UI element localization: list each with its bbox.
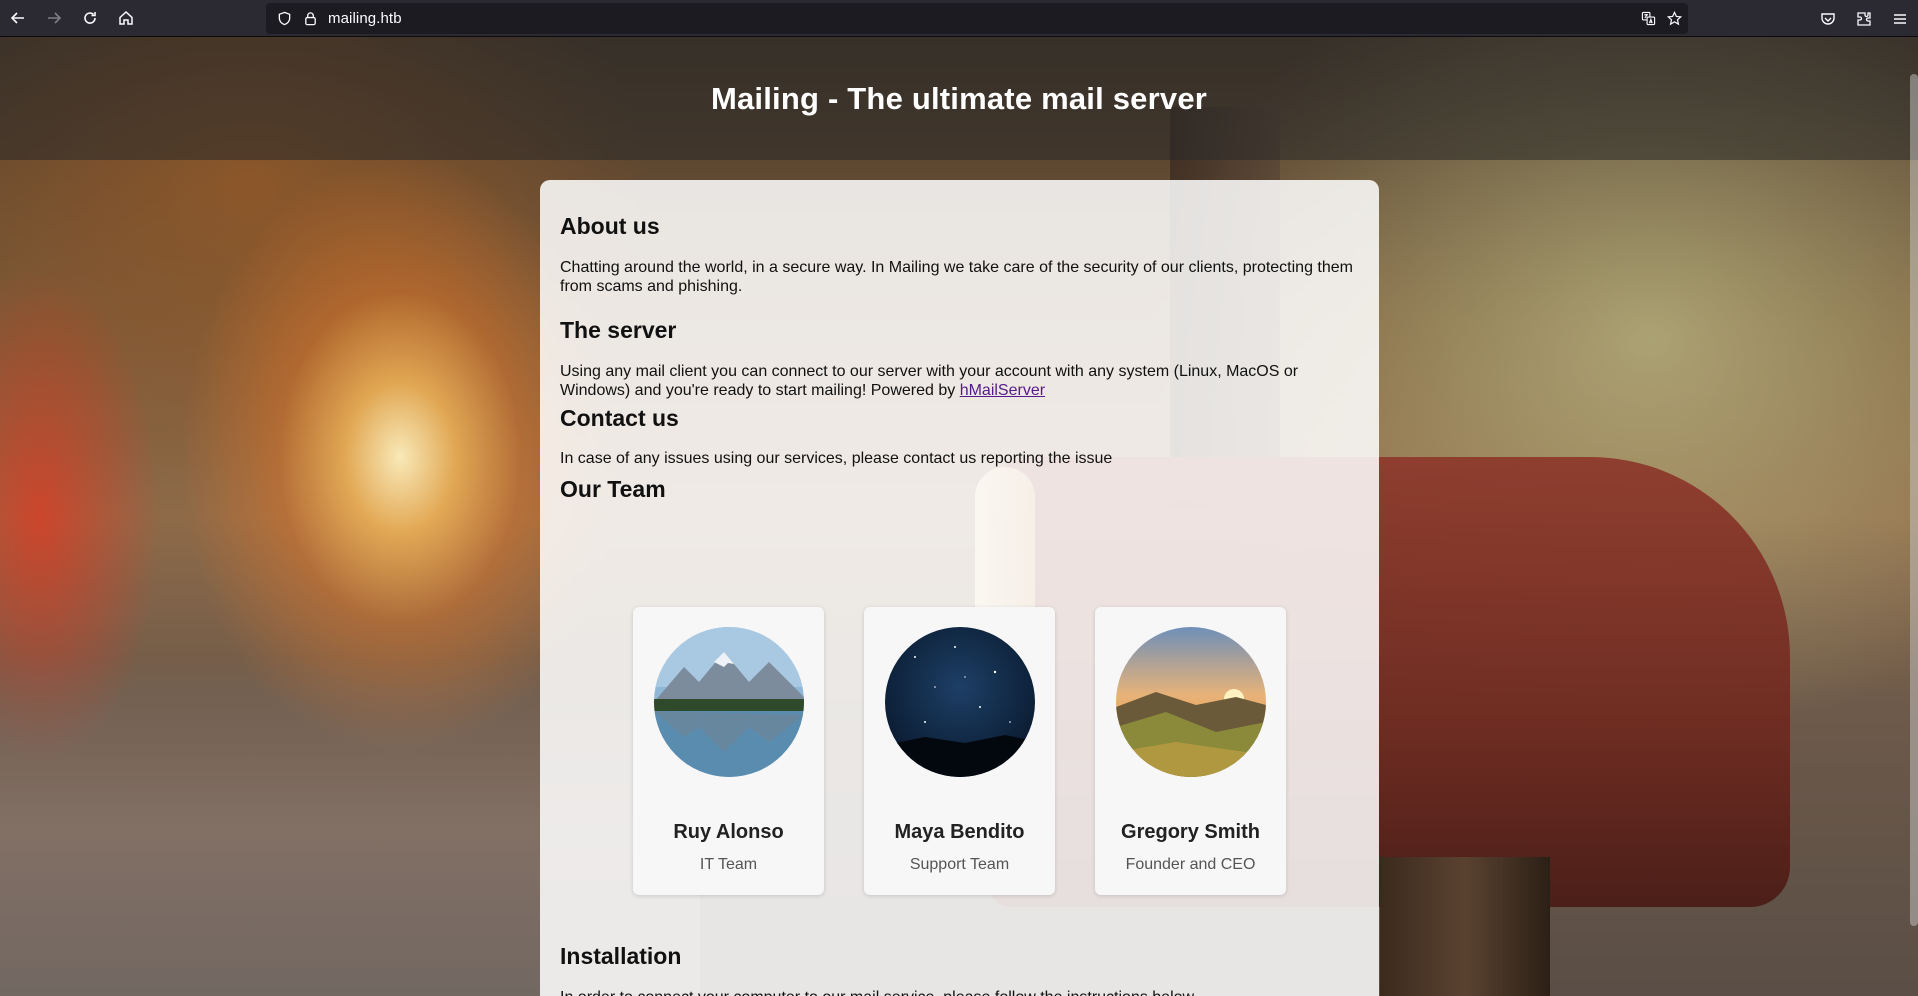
back-icon[interactable] [0, 0, 36, 37]
page-viewport: Mailing - The ultimate mail server About… [0, 37, 1918, 996]
team-heading: Our Team [560, 476, 666, 502]
member-role: Support Team [909, 856, 1010, 873]
avatar-sunset-hills [1115, 627, 1266, 777]
content-card: About us Chatting around the world, in a… [540, 180, 1379, 996]
extensions-icon[interactable] [1846, 0, 1882, 37]
team-member-card: Maya Bendito Support Team [864, 607, 1055, 895]
about-heading: About us [560, 213, 660, 239]
member-name: Ruy Alonso [673, 821, 784, 843]
installation-heading: Installation [560, 943, 682, 969]
shield-icon[interactable] [276, 11, 292, 27]
url-text[interactable]: mailing.htb [328, 10, 402, 27]
reload-icon[interactable] [72, 0, 108, 37]
team-member-card: Gregory Smith Founder and CEO [1095, 607, 1286, 895]
browser-toolbar: mailing.htb [0, 0, 1918, 37]
avatar-mountain-lake [653, 627, 804, 777]
page-title: Mailing - The ultimate mail server [710, 80, 1208, 116]
about-section: About us Chatting around the world, in a… [560, 213, 1360, 296]
page-scrollbar[interactable] [1910, 74, 1918, 926]
contact-heading: Contact us [560, 405, 679, 431]
server-text-body: Using any mail client you can connect to… [560, 363, 1299, 399]
installation-text: In order to connect your computer to our… [560, 988, 1360, 996]
member-role: Founder and CEO [1125, 856, 1256, 873]
hmailserver-link[interactable]: hMailServer [960, 382, 1045, 399]
contact-section: Contact us In case of any issues using o… [560, 405, 1360, 468]
hero-banner: Mailing - The ultimate mail server [0, 37, 1918, 160]
member-name: Gregory Smith [1121, 821, 1260, 843]
about-text: Chatting around the world, in a secure w… [560, 259, 1353, 295]
server-heading: The server [560, 317, 677, 343]
team-cards: Ruy Alonso IT Team Maya Bendito Support … [540, 607, 1379, 895]
server-section: The server Using any mail client you can… [560, 317, 1360, 400]
url-bar[interactable]: mailing.htb [266, 3, 1688, 34]
translate-icon[interactable] [1640, 11, 1656, 27]
team-section: Our Team [560, 476, 1360, 503]
installation-section: Installation In order to connect your co… [560, 943, 1360, 996]
server-text: Using any mail client you can connect to… [560, 362, 1360, 400]
forward-icon[interactable] [36, 0, 72, 37]
home-icon[interactable] [108, 0, 144, 37]
team-member-card: Ruy Alonso IT Team [633, 607, 824, 895]
member-name: Maya Bendito [894, 821, 1025, 843]
avatar-night-sky [884, 627, 1035, 777]
pocket-icon[interactable] [1810, 0, 1846, 37]
bookmark-star-icon[interactable] [1666, 11, 1682, 27]
lock-icon[interactable] [302, 11, 318, 27]
contact-text: In case of any issues using our services… [560, 450, 1113, 467]
menu-icon[interactable] [1882, 0, 1918, 37]
background-post-base [1380, 857, 1550, 996]
member-role: IT Team [699, 856, 758, 873]
